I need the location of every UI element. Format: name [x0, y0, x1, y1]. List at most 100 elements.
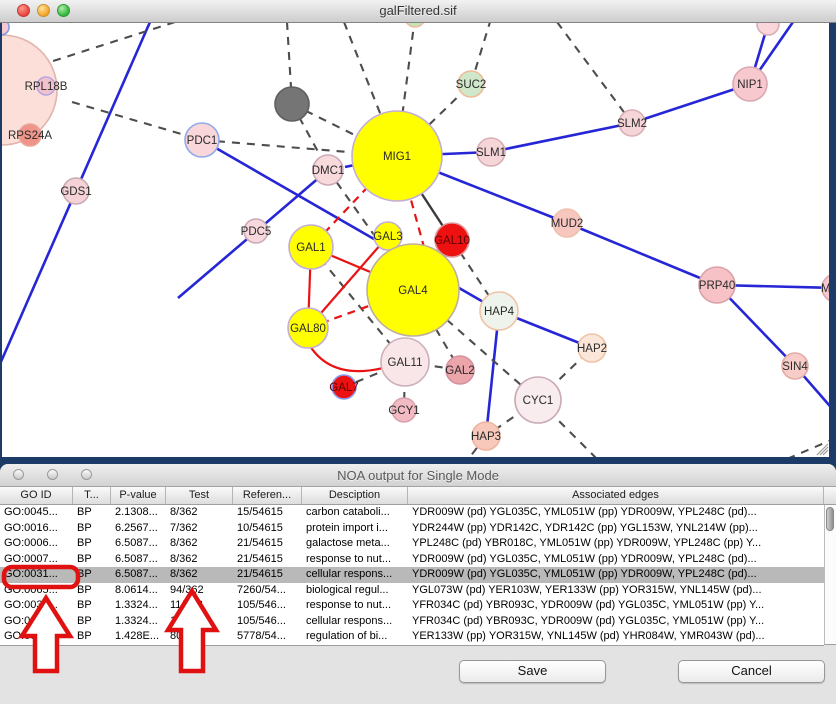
cell-edges: YFR034C (pd) YBR093C, YDR009W (pd) YGL03… — [408, 614, 824, 630]
scrollbar-thumb[interactable] — [826, 507, 834, 531]
node-label-GAL2: GAL2 — [445, 365, 474, 377]
column-header-p[interactable]: P-value — [111, 487, 166, 504]
table-row[interactable]: GO:0031...BP1.3324...11/362105/546...res… — [0, 598, 824, 614]
cell-test: 8/362 — [166, 552, 233, 568]
table-row[interactable]: GO:0050...BP1.428E...80/3625778/54...reg… — [0, 629, 824, 645]
node-label-GAL10: GAL10 — [434, 235, 470, 247]
node-label-GAL7: GAL7 — [329, 382, 358, 394]
table-row[interactable]: GO:0016...BP6.2567...7/36210/54615protei… — [0, 521, 824, 537]
cell-desc: carbon cataboli... — [302, 505, 408, 521]
cell-t: BP — [73, 552, 111, 568]
column-header-corner — [824, 487, 836, 504]
cell-edges: YDR244W (pp) YDR142C, YDR142C (pp) YGL15… — [408, 521, 824, 537]
network-canvas[interactable]: RPL18BRPS24AGDS1PDC1DMC1MIG1SUC2SLM1SLM2… — [2, 22, 829, 457]
cell-go: GO:0006... — [0, 536, 73, 552]
column-header-t[interactable]: T... — [73, 487, 111, 504]
cell-desc: protein import i... — [302, 521, 408, 537]
cell-t: BP — [73, 583, 111, 599]
node-label-RPL18B: RPL18B — [25, 81, 68, 93]
column-header-desc[interactable]: Desciption — [302, 487, 408, 504]
node-label-SUC2: SUC2 — [456, 79, 487, 91]
table-row[interactable]: GO:0031...BP1.3324...11/362105/546...cel… — [0, 614, 824, 630]
cell-go: GO:0007... — [0, 552, 73, 568]
noa-window-titlebar: NOA output for Single Mode — [0, 464, 836, 487]
node-label-MSL1: MSL1 — [821, 283, 829, 295]
node-label-GAL3: GAL3 — [373, 231, 402, 243]
node-label-SLM2: SLM2 — [617, 118, 647, 130]
cell-desc: cellular respons... — [302, 567, 408, 583]
cell-test: 8/362 — [166, 505, 233, 521]
cell-ref: 5778/54... — [233, 629, 302, 645]
node-label-GDS1: GDS1 — [60, 186, 91, 198]
node-label-GAL1: GAL1 — [296, 242, 325, 254]
top-window-titlebar: galFiltered.sif — [0, 0, 836, 23]
node-label-HAP2: HAP2 — [577, 343, 607, 355]
cell-p: 1.3324... — [111, 598, 166, 614]
edge-dash — [50, 22, 175, 62]
node-label-HAP4: HAP4 — [484, 306, 515, 318]
table-row[interactable]: GO:0045...BP2.1308...8/36215/54615carbon… — [0, 505, 824, 521]
cell-go: GO:0031... — [0, 567, 73, 583]
node-unlabeled[interactable] — [757, 22, 779, 35]
column-header-ref[interactable]: Referen... — [233, 487, 302, 504]
cell-p: 6.5087... — [111, 536, 166, 552]
cell-desc: response to nut... — [302, 598, 408, 614]
node-unlabeled[interactable] — [275, 87, 309, 121]
cell-p: 6.5087... — [111, 552, 166, 568]
network-edges — [2, 22, 829, 457]
network-svg: RPL18BRPS24AGDS1PDC1DMC1MIG1SUC2SLM1SLM2… — [2, 22, 829, 457]
cell-p: 1.3324... — [111, 614, 166, 630]
cell-ref: 10/54615 — [233, 521, 302, 537]
cell-go: GO:0050... — [0, 629, 73, 645]
node-label-PDC1: PDC1 — [187, 135, 218, 147]
node-unlabeled[interactable] — [2, 22, 9, 35]
cell-edges: YFR034C (pd) YBR093C, YDR009W (pd) YGL03… — [408, 598, 824, 614]
node-label-RPS24A: RPS24A — [8, 130, 52, 142]
node-label-MIG1: MIG1 — [383, 151, 411, 163]
table-row[interactable]: GO:0006...BP6.5087...8/36221/54615galact… — [0, 536, 824, 552]
cell-p: 1.428E... — [111, 629, 166, 645]
table-row[interactable]: GO:0065...BP8.0614...94/3627260/54...bio… — [0, 583, 824, 599]
table-row[interactable]: GO:0031...BP6.5087...8/36221/54615cellul… — [0, 567, 824, 583]
cell-desc: regulation of bi... — [302, 629, 408, 645]
table-header: GO IDT...P-valueTestReferen...Desciption… — [0, 487, 836, 505]
node-label-SIN4: SIN4 — [782, 361, 808, 373]
node-label-GAL4: GAL4 — [398, 285, 428, 297]
column-header-edges[interactable]: Associated edges — [408, 487, 824, 504]
cell-go: GO:0031... — [0, 598, 73, 614]
cell-desc: galactose meta... — [302, 536, 408, 552]
cell-desc: response to nut... — [302, 552, 408, 568]
edge-blue — [567, 223, 717, 285]
cell-test: 7/362 — [166, 521, 233, 537]
edge-blue — [491, 123, 632, 152]
cell-ref: 105/546... — [233, 614, 302, 630]
edge-blue — [632, 84, 750, 123]
table-body: GO:0045...BP2.1308...8/36215/54615carbon… — [0, 505, 824, 646]
noa-output-window: NOA output for Single Mode GO IDT...P-va… — [0, 464, 836, 704]
cell-p: 6.2567... — [111, 521, 166, 537]
cell-go: GO:0031... — [0, 614, 73, 630]
cell-test: 11/362 — [166, 598, 233, 614]
cell-p: 2.1308... — [111, 505, 166, 521]
node-label-GCY1: GCY1 — [388, 405, 419, 417]
cancel-button[interactable]: Cancel — [678, 660, 825, 683]
cell-ref: 21/54615 — [233, 567, 302, 583]
save-button[interactable]: Save — [459, 660, 606, 683]
cell-t: BP — [73, 614, 111, 630]
cell-p: 6.5087... — [111, 567, 166, 583]
cell-t: BP — [73, 567, 111, 583]
cell-edges: YPL248C (pd) YBR018C, YML051W (pp) YDR00… — [408, 536, 824, 552]
column-header-go[interactable]: GO ID — [0, 487, 73, 504]
edge-dash — [557, 22, 632, 123]
table-row[interactable]: GO:0007...BP6.5087...8/36221/54615respon… — [0, 552, 824, 568]
column-header-test[interactable]: Test — [166, 487, 233, 504]
cell-edges: YDR009W (pd) YGL035C, YML051W (pp) YDR00… — [408, 552, 824, 568]
node-label-GAL80: GAL80 — [290, 323, 326, 335]
cell-go: GO:0045... — [0, 505, 73, 521]
vertical-scrollbar[interactable] — [824, 505, 836, 645]
cell-p: 8.0614... — [111, 583, 166, 599]
cell-t: BP — [73, 505, 111, 521]
cell-go: GO:0065... — [0, 583, 73, 599]
cell-test: 8/362 — [166, 567, 233, 583]
cell-t: BP — [73, 629, 111, 645]
